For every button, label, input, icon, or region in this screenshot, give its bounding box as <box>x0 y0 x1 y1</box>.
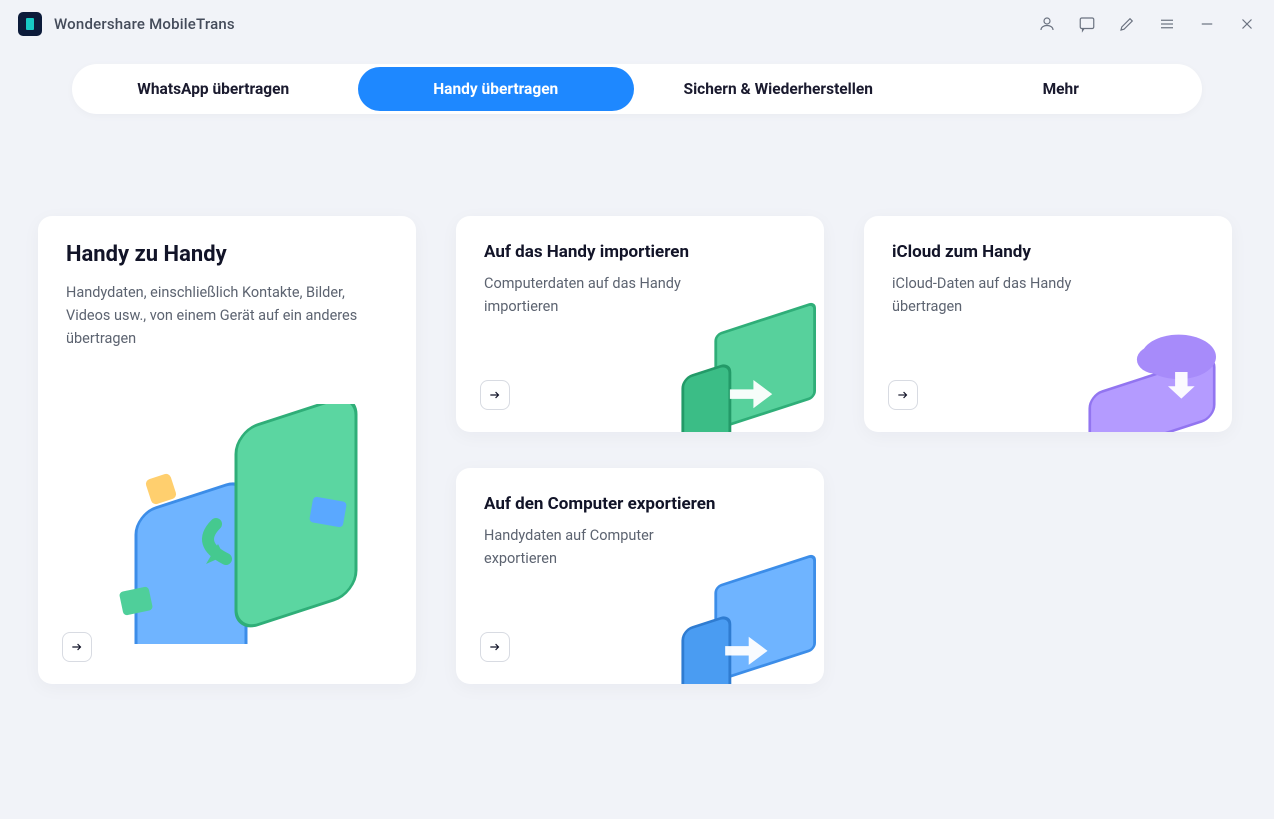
go-button[interactable] <box>480 632 510 662</box>
card-desc: Computerdaten auf das Handy importieren <box>484 272 714 318</box>
titlebar-actions <box>1038 15 1256 33</box>
menu-icon[interactable] <box>1158 15 1176 33</box>
user-icon[interactable] <box>1038 15 1056 33</box>
tab-more[interactable]: Mehr <box>923 67 1200 111</box>
go-button[interactable] <box>62 632 92 662</box>
main-nav: WhatsApp übertragen Handy übertragen Sic… <box>72 64 1202 114</box>
close-icon[interactable] <box>1238 15 1256 33</box>
card-title: iCloud zum Handy <box>892 242 1204 262</box>
go-button[interactable] <box>888 380 918 410</box>
card-desc: Handydaten, einschließlich Kontakte, Bil… <box>66 281 386 351</box>
app-title: Wondershare MobileTrans <box>54 15 235 33</box>
feedback-icon[interactable] <box>1078 15 1096 33</box>
phones-illustration-icon <box>106 404 386 644</box>
card-icloud-to-phone[interactable]: iCloud zum Handy iCloud-Daten auf das Ha… <box>864 216 1232 432</box>
card-title: Auf den Computer exportieren <box>484 494 796 514</box>
card-title: Handy zu Handy <box>66 242 388 267</box>
laptop-phone-blue-icon <box>664 552 824 684</box>
tab-backup-restore[interactable]: Sichern & Wiederherstellen <box>640 67 917 111</box>
minimize-icon[interactable] <box>1198 15 1216 33</box>
card-export-to-computer[interactable]: Auf den Computer exportieren Handydaten … <box>456 468 824 684</box>
card-title: Auf das Handy importieren <box>484 242 796 262</box>
cloud-phone-purple-icon <box>1072 308 1232 432</box>
card-desc: iCloud-Daten auf das Handy übertragen <box>892 272 1122 318</box>
app-logo <box>18 12 42 36</box>
tab-whatsapp-transfer[interactable]: WhatsApp übertragen <box>75 67 352 111</box>
laptop-phone-green-icon <box>664 300 824 432</box>
go-button[interactable] <box>480 380 510 410</box>
card-desc: Handydaten auf Computer exportieren <box>484 524 714 570</box>
content-grid: Handy zu Handy Handydaten, einschließlic… <box>0 114 1274 684</box>
card-import-to-phone[interactable]: Auf das Handy importieren Computerdaten … <box>456 216 824 432</box>
edit-icon[interactable] <box>1118 15 1136 33</box>
card-phone-to-phone[interactable]: Handy zu Handy Handydaten, einschließlic… <box>38 216 416 684</box>
titlebar: Wondershare MobileTrans <box>0 0 1274 48</box>
tab-phone-transfer[interactable]: Handy übertragen <box>358 67 635 111</box>
